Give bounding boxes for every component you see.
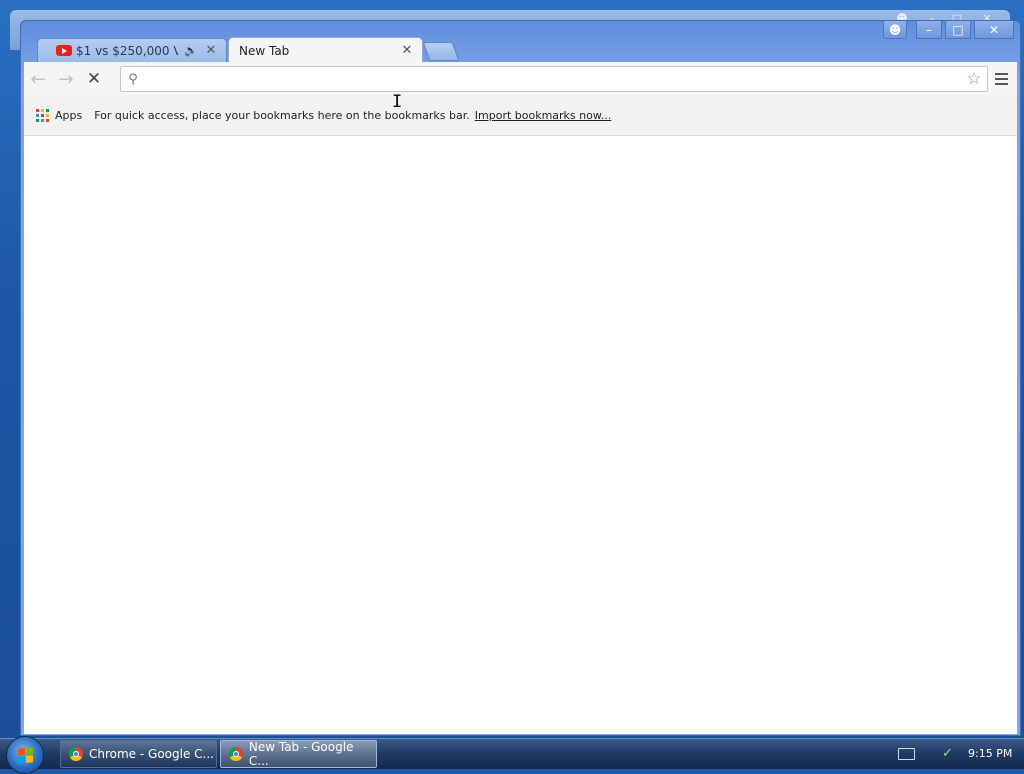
- import-bookmarks-link[interactable]: Import bookmarks now...: [475, 109, 612, 122]
- tab-youtube[interactable]: $1 vs $250,000 Vacation 🔈 ✕: [37, 38, 227, 62]
- close-tab-icon[interactable]: ✕: [400, 43, 414, 58]
- tab-new-tab[interactable]: New Tab ✕: [228, 37, 423, 63]
- keyboard-icon[interactable]: [898, 748, 915, 760]
- chrome-window: ☻ – □ ✕ $1 vs $250,000 Vacation 🔈 ✕ New …: [20, 20, 1021, 736]
- forward-icon[interactable]: →: [52, 65, 80, 93]
- window-controls: ☻ – □ ✕: [883, 21, 1014, 39]
- windows-logo-icon: [17, 746, 33, 764]
- youtube-icon: [56, 45, 72, 56]
- back-icon[interactable]: ←: [24, 65, 52, 93]
- tab-title: $1 vs $250,000 Vacation: [76, 43, 179, 58]
- close-button[interactable]: ✕: [974, 21, 1014, 39]
- tab-title: New Tab: [239, 43, 290, 58]
- omnibox-input[interactable]: [145, 70, 961, 88]
- taskbar-item-new-tab[interactable]: New Tab - Google C...: [220, 740, 377, 768]
- taskbar: Chrome - Google C... New Tab - Google C.…: [0, 736, 1024, 774]
- taskbar-item-chrome[interactable]: Chrome - Google C...: [60, 740, 217, 768]
- chrome-icon: [69, 747, 83, 761]
- bookmarks-hint: For quick access, place your bookmarks h…: [94, 109, 470, 122]
- apps-icon[interactable]: [36, 109, 49, 122]
- chrome-menu-icon[interactable]: [989, 66, 1013, 92]
- maximize-button[interactable]: □: [945, 21, 971, 39]
- close-tab-icon[interactable]: ✕: [204, 43, 218, 58]
- clock[interactable]: 9:15 PM: [968, 747, 1012, 760]
- start-button[interactable]: [6, 736, 44, 774]
- bookmark-star-icon[interactable]: ☆: [961, 69, 987, 89]
- network-icon[interactable]: ✓: [942, 746, 953, 761]
- stop-icon[interactable]: ✕: [80, 65, 108, 93]
- minimize-button[interactable]: –: [916, 21, 942, 39]
- chrome-icon: [229, 747, 243, 761]
- search-icon: ⚲: [128, 71, 138, 87]
- omnibox[interactable]: ⚲ ☆: [120, 66, 988, 92]
- apps-link[interactable]: Apps: [55, 109, 82, 122]
- page-content[interactable]: [24, 136, 1017, 734]
- text-cursor-icon: I: [392, 92, 403, 112]
- taskbar-item-label: New Tab - Google C...: [248, 740, 354, 768]
- taskbar-item-label: Chrome - Google C...: [89, 747, 214, 761]
- user-icon[interactable]: ☻: [883, 21, 907, 39]
- speaker-icon: 🔈: [184, 44, 198, 57]
- toolbar: ← → ✕ ⚲ ☆: [24, 62, 1017, 96]
- bookmarks-bar: Apps For quick access, place your bookma…: [24, 96, 1017, 136]
- new-tab-button[interactable]: [422, 42, 460, 61]
